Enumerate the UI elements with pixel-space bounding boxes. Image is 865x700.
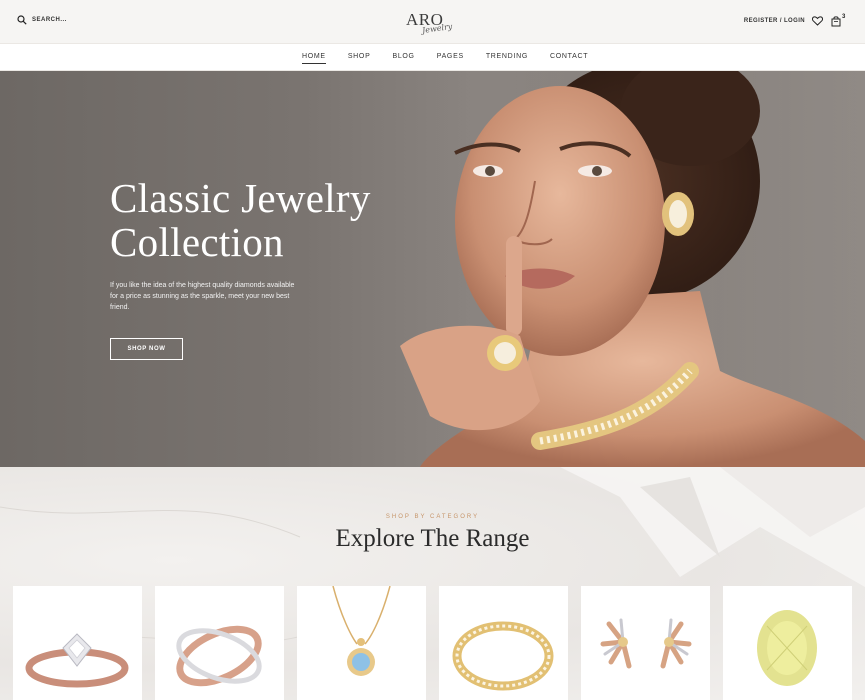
search-trigger[interactable]: SEARCH... [17, 15, 67, 25]
category-card-pendant-necklace[interactable] [297, 586, 426, 700]
nav-item-home[interactable]: HOME [302, 53, 326, 64]
category-card-tennis-bracelet[interactable] [439, 586, 568, 700]
hero-description: If you like the idea of the highest qual… [110, 282, 295, 311]
tennis-bracelet-icon [452, 621, 554, 691]
category-card-yellow-gemstone[interactable] [723, 586, 852, 700]
yellow-gemstone-icon [757, 610, 817, 686]
nav-item-blog[interactable]: BLOG [392, 53, 414, 64]
heart-icon[interactable] [812, 16, 823, 26]
category-cards [13, 586, 852, 700]
diamond-ring-icon [25, 633, 129, 688]
shop-now-button[interactable]: SHOP NOW [110, 338, 183, 360]
search-icon [17, 15, 27, 25]
category-card-flower-earrings[interactable] [581, 586, 710, 700]
search-label: SEARCH... [32, 17, 67, 23]
shop-by-category-section: SHOP BY CATEGORY Explore The Range [0, 467, 865, 700]
crossover-ring-icon [176, 625, 262, 687]
nav-item-contact[interactable]: CONTACT [550, 53, 588, 64]
hero-title-line2: Collection [110, 219, 284, 265]
hero-banner: Classic Jewelry Collection If you like t… [0, 71, 865, 467]
top-header: SEARCH... ARO Jewelry REGISTER / LOGIN 3 [0, 0, 865, 44]
hero-model-image [400, 71, 865, 467]
cart-icon[interactable] [831, 16, 841, 27]
cart-count-badge: 3 [842, 14, 846, 20]
category-eyebrow: SHOP BY CATEGORY [385, 514, 480, 520]
pendant-necklace-icon [332, 586, 391, 676]
logo[interactable]: ARO Jewelry [406, 10, 466, 38]
nav-item-trending[interactable]: TRENDING [486, 53, 528, 64]
nav-list: HOME SHOP BLOG PAGES TRENDING CONTACT [302, 53, 588, 64]
category-title: Explore The Range [335, 525, 530, 552]
hero-title-line1: Classic Jewelry [110, 175, 371, 221]
main-navigation: HOME SHOP BLOG PAGES TRENDING CONTACT [0, 44, 865, 71]
register-login-link[interactable]: REGISTER / LOGIN [744, 18, 805, 24]
nav-item-pages[interactable]: PAGES [437, 53, 464, 64]
nav-item-shop[interactable]: SHOP [348, 53, 371, 64]
category-card-diamond-ring[interactable] [13, 586, 142, 700]
hero-title: Classic Jewelry Collection [110, 176, 430, 264]
flower-earrings-icon [600, 618, 692, 669]
category-card-crossover-ring[interactable] [155, 586, 284, 700]
